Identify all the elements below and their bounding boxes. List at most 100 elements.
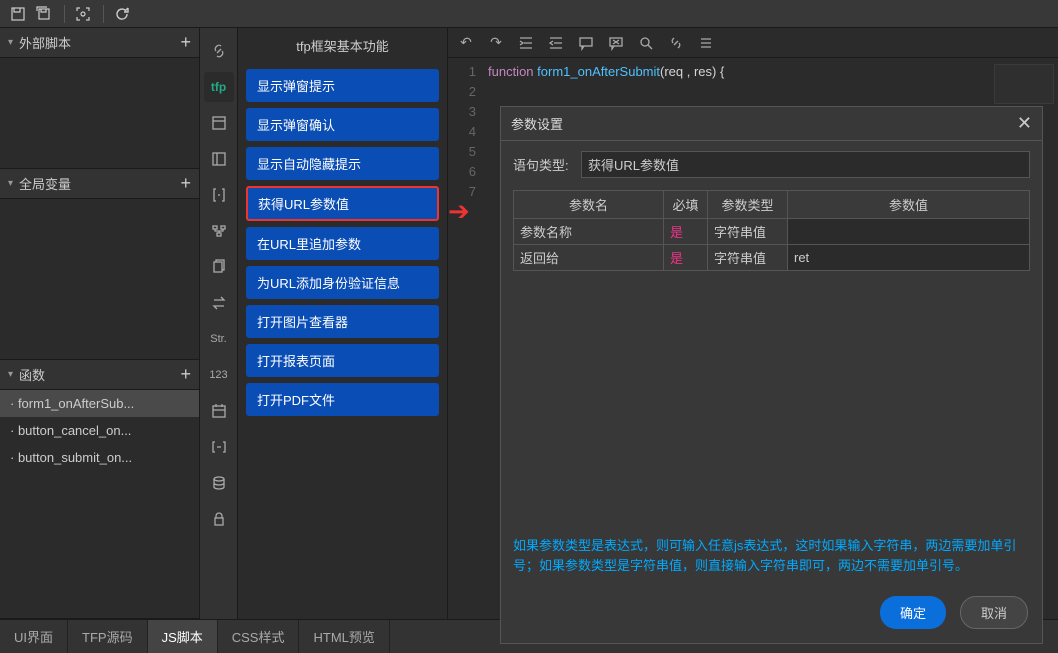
cell-required: 是 [664, 245, 708, 271]
flow-icon[interactable] [204, 216, 234, 246]
line-number: 6 [448, 162, 476, 182]
line-number: 4 [448, 122, 476, 142]
copy-icon[interactable] [204, 252, 234, 282]
add-icon[interactable]: + [180, 173, 191, 194]
function-item[interactable]: · form1_onAfterSub... [0, 390, 199, 417]
array-icon[interactable] [204, 432, 234, 462]
link-icon[interactable] [666, 33, 686, 53]
tfp-icon[interactable]: tfp [204, 72, 234, 102]
table-row: 参数名称 是 字符串值 [514, 219, 1030, 245]
cell-value[interactable]: ret [788, 245, 1030, 271]
tok: form1_onAfterSubmit [537, 64, 660, 79]
command-panel-title: tfp框架基本功能 [238, 28, 447, 69]
cancel-button[interactable]: 取消 [960, 596, 1028, 629]
functions-list: · form1_onAfterSub... · button_cancel_on… [0, 390, 199, 471]
table-row: 返回给 是 字符串值 ret [514, 245, 1030, 271]
cmd-append-url-param[interactable]: 在URL里追加参数 [246, 227, 439, 260]
cmd-open-report[interactable]: 打开报表页面 [246, 344, 439, 377]
command-panel: tfp框架基本功能 显示弹窗提示 显示弹窗确认 显示自动隐藏提示 获得URL参数… [238, 28, 448, 619]
tok: (req , res) { [660, 64, 724, 79]
database-icon[interactable] [204, 468, 234, 498]
lock-icon[interactable] [204, 504, 234, 534]
indent-icon[interactable] [516, 33, 536, 53]
external-scripts-body [0, 58, 199, 168]
function-item[interactable]: · button_cancel_on... [0, 417, 199, 444]
undo-icon[interactable]: ↶ [456, 33, 476, 53]
switch-icon[interactable] [204, 288, 234, 318]
external-scripts-header[interactable]: ▾ 外部脚本 + [0, 28, 199, 58]
chevron-down-icon: ▾ [8, 178, 13, 189]
refresh-icon[interactable] [110, 2, 134, 26]
cell-name: 参数名称 [514, 219, 664, 245]
cmd-show-autohide-tip[interactable]: 显示自动隐藏提示 [246, 147, 439, 180]
cmd-show-popup-confirm[interactable]: 显示弹窗确认 [246, 108, 439, 141]
line-number: 1 [448, 62, 476, 82]
tab-js-script[interactable]: JS脚本 [148, 620, 218, 653]
cell-name: 返回给 [514, 245, 664, 271]
tab-ui[interactable]: UI界面 [0, 620, 68, 653]
separator [103, 5, 104, 23]
cell-type[interactable]: 字符串值 [708, 219, 788, 245]
search-icon[interactable] [636, 33, 656, 53]
line-number: 7 [448, 182, 476, 202]
cell-type[interactable]: 字符串值 [708, 245, 788, 271]
uncomment-icon[interactable] [606, 33, 626, 53]
line-gutter: 1 2 3 4 5 6 7 [448, 58, 484, 619]
cmd-show-popup-tip[interactable]: 显示弹窗提示 [246, 69, 439, 102]
separator [64, 5, 65, 23]
globals-header[interactable]: ▾ 全局变量 + [0, 169, 199, 199]
col-name: 参数名 [514, 191, 664, 219]
code-toolbar: ↶ ↷ [448, 28, 1058, 58]
side-icon-bar: tfp Str. 123 [200, 28, 238, 619]
calendar-icon[interactable] [204, 396, 234, 426]
save-icon[interactable] [6, 2, 30, 26]
dialog-note: 如果参数类型是表达式，则可输入任意js表达式，这时如果输入字符串，两边需要加单引… [513, 530, 1030, 576]
line-number: 2 [448, 82, 476, 102]
globals-body [0, 199, 199, 359]
line-number: 3 [448, 102, 476, 122]
tok: function [488, 64, 534, 79]
chevron-down-icon: ▾ [8, 37, 13, 48]
function-item[interactable]: · button_submit_on... [0, 444, 199, 471]
number-icon[interactable]: 123 [204, 360, 234, 390]
layout-icon[interactable] [204, 108, 234, 138]
dialog-title: 参数设置 [511, 114, 563, 133]
list-icon[interactable] [696, 33, 716, 53]
dialog-header: 参数设置 ✕ [501, 107, 1042, 141]
left-panel: ▾ 外部脚本 + ▾ 全局变量 + ▾ 函数 + · form1_onAfter… [0, 28, 200, 619]
param-table: 参数名 必填 参数类型 参数值 参数名称 是 字符串值 返回给 是 字符串值 [513, 190, 1030, 271]
cmd-open-pdf[interactable]: 打开PDF文件 [246, 383, 439, 416]
tab-tfp-source[interactable]: TFP源码 [68, 620, 148, 653]
cmd-open-image-viewer[interactable]: 打开图片查看器 [246, 305, 439, 338]
comment-icon[interactable] [576, 33, 596, 53]
cmd-add-auth-to-url[interactable]: 为URL添加身份验证信息 [246, 266, 439, 299]
close-icon[interactable]: ✕ [1017, 113, 1032, 134]
col-value: 参数值 [788, 191, 1030, 219]
tab-css[interactable]: CSS样式 [218, 620, 300, 653]
outdent-icon[interactable] [546, 33, 566, 53]
statement-type-input[interactable] [581, 151, 1030, 178]
minimap[interactable] [994, 64, 1054, 104]
globals-title: 全局变量 [19, 174, 180, 193]
panel-icon[interactable] [204, 144, 234, 174]
focus-icon[interactable] [71, 2, 95, 26]
functions-title: 函数 [19, 365, 180, 384]
top-toolbar [0, 0, 1058, 28]
link-icon[interactable] [204, 36, 234, 66]
tab-html-preview[interactable]: HTML预览 [299, 620, 389, 653]
col-type: 参数类型 [708, 191, 788, 219]
cmd-get-url-param[interactable]: 获得URL参数值 [246, 186, 439, 221]
param-dialog: 参数设置 ✕ 语句类型: 参数名 必填 参数类型 参数值 参数名称 是 字符串值 [500, 106, 1043, 644]
functions-header[interactable]: ▾ 函数 + [0, 360, 199, 390]
chevron-down-icon: ▾ [8, 369, 13, 380]
str-icon[interactable]: Str. [204, 324, 234, 354]
redo-icon[interactable]: ↷ [486, 33, 506, 53]
brackets-icon[interactable] [204, 180, 234, 210]
line-number: 5 [448, 142, 476, 162]
cell-value[interactable] [788, 219, 1030, 245]
ok-button[interactable]: 确定 [880, 596, 946, 629]
add-icon[interactable]: + [180, 32, 191, 53]
col-required: 必填 [664, 191, 708, 219]
add-icon[interactable]: + [180, 364, 191, 385]
save-all-icon[interactable] [32, 2, 56, 26]
